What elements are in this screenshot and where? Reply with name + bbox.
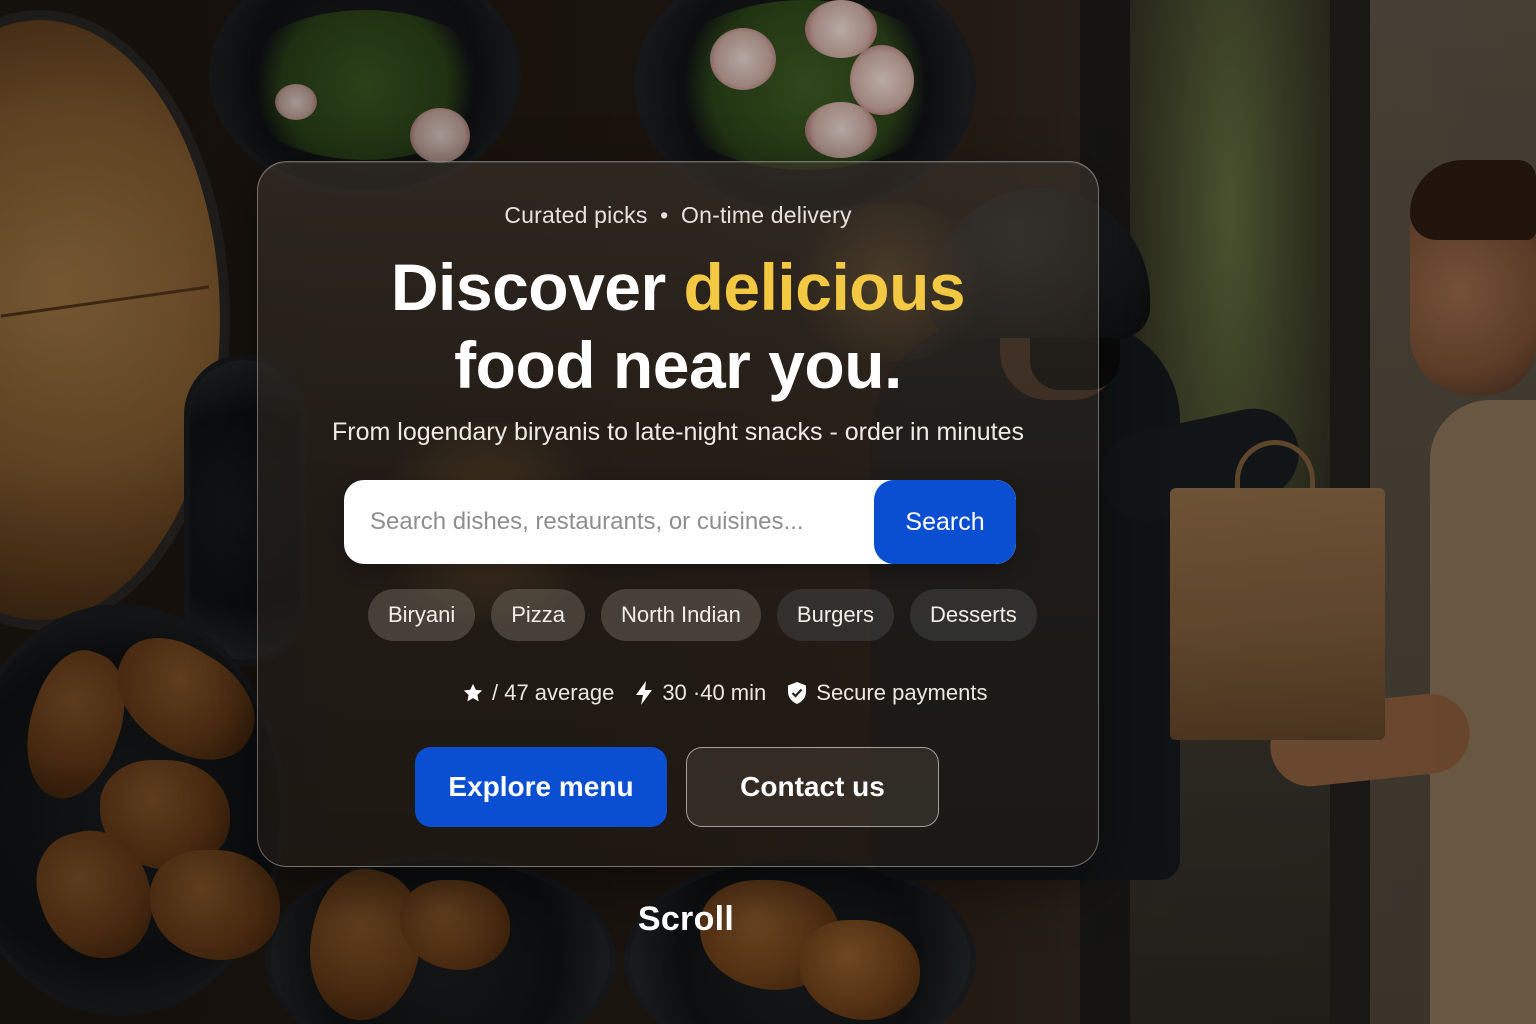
chip-pizza[interactable]: Pizza xyxy=(491,589,586,641)
eyebrow-text: Curated picks • On-time delivery xyxy=(258,202,1098,229)
lightning-icon xyxy=(636,681,653,705)
headline-highlight: delicious xyxy=(683,250,966,324)
eyebrow-item-curated: Curated picks xyxy=(504,202,648,228)
headline-part2: food near you. xyxy=(454,328,902,402)
stat-delivery-time: 30 ·40 min xyxy=(634,680,766,706)
chip-north-indian[interactable]: North Indian xyxy=(601,589,761,641)
subheadline: From logendary biryanis to late-night sn… xyxy=(332,418,1024,446)
stat-rating: / 47 average xyxy=(462,680,614,706)
contact-us-button[interactable]: Contact us xyxy=(686,747,939,827)
stat-security: Secure payments xyxy=(786,680,987,706)
chip-desserts[interactable]: Desserts xyxy=(909,589,1037,641)
scroll-indicator[interactable]: Scroll xyxy=(0,900,1372,939)
search-bar: Search xyxy=(344,480,1016,564)
explore-menu-button[interactable]: Explore menu xyxy=(415,747,667,827)
hero-section: Curated picks • On-time delivery Discove… xyxy=(0,0,1536,1024)
star-icon xyxy=(463,683,483,702)
chip-biryani[interactable]: Biryani xyxy=(368,589,476,641)
category-chips: Biryani Pizza North Indian Burgers Desse… xyxy=(368,589,1037,641)
stat-delivery-text: 30 ·40 min xyxy=(662,680,767,705)
stat-security-text: Secure payments xyxy=(816,680,988,705)
stat-rating-text: / 47 average xyxy=(492,680,615,705)
chip-burgers[interactable]: Burgers xyxy=(776,589,894,641)
stats-row: / 47 average 30 ·40 min Secure payments xyxy=(462,680,987,706)
eyebrow-separator: • xyxy=(660,202,669,228)
shield-check-icon xyxy=(788,682,807,704)
page-title: Discover delicious food near you. xyxy=(258,248,1098,404)
search-button[interactable]: Search xyxy=(874,480,1016,564)
hero-card: Curated picks • On-time delivery Discove… xyxy=(257,161,1099,867)
eyebrow-item-delivery: On-time delivery xyxy=(681,202,852,228)
headline-part1: Discover xyxy=(390,250,684,324)
search-input[interactable] xyxy=(344,480,874,564)
